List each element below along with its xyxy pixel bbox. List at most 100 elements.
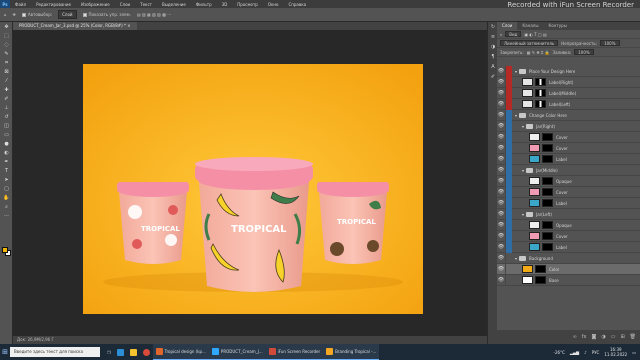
layer-row[interactable]: 👁 Label [497, 241, 640, 253]
close-icon[interactable]: × [127, 23, 130, 28]
explorer-icon[interactable] [127, 344, 140, 360]
menu-item-2[interactable]: Изображение [76, 2, 115, 7]
fill-field[interactable]: 100% [574, 49, 594, 55]
visibility-eye-icon[interactable]: 👁 [497, 98, 506, 110]
network-icon[interactable]: ▂▄▆ [570, 350, 579, 355]
taskbar-app[interactable]: Tropical design (kp... [152, 344, 209, 360]
layer-mask-thumbnail[interactable] [535, 265, 546, 273]
lock-icons[interactable]: ▦ ✎ ✥ ⌗ 🔒 [527, 50, 550, 55]
mask-icon[interactable]: ◙ [591, 334, 596, 340]
visibility-eye-icon[interactable]: 👁 [497, 241, 506, 253]
layer-row[interactable]: 👁 ▾ Jar(Left) [497, 208, 640, 220]
tab-channels[interactable]: Каналы [517, 22, 543, 30]
expand-arrow-icon[interactable]: ▾ [522, 212, 524, 217]
foreground-color-swatch[interactable] [2, 247, 8, 253]
layer-row[interactable]: 👁 ▾ Background [497, 252, 640, 264]
language-indicator[interactable]: РУС [592, 350, 600, 355]
layer-row[interactable]: 👁 Label(Right) [497, 76, 640, 88]
fx-icon[interactable]: fx [582, 334, 587, 340]
fill-thumbnail[interactable] [529, 155, 540, 163]
trash-icon[interactable]: 🗑 [630, 334, 636, 340]
layer-mask-thumbnail[interactable] [535, 89, 546, 97]
layer-row[interactable]: 👁 Label [497, 197, 640, 209]
layer-row[interactable]: 👁 ▾ Jar(Right) [497, 120, 640, 132]
visibility-eye-icon[interactable]: 👁 [497, 131, 506, 143]
visibility-eye-icon[interactable]: 👁 [497, 153, 506, 165]
path-select-icon[interactable]: ➤ [0, 175, 13, 184]
visibility-eye-icon[interactable]: 👁 [497, 109, 506, 121]
document-canvas[interactable]: TROPICAL TROPICAL TROPICAL [83, 64, 423, 314]
layer-row[interactable]: 👁 ▾ Jar(Middle) [497, 164, 640, 176]
document-tab[interactable]: PRODUCT_Cream_Jar_3.psd @ 25% (Color, RG… [13, 22, 137, 30]
clock[interactable]: 16:39 11.02.2022 [604, 347, 627, 357]
visibility-eye-icon[interactable]: 👁 [497, 197, 506, 209]
quick-select-tool-icon[interactable]: ✎ [0, 49, 13, 58]
layer-mask-thumbnail[interactable] [542, 232, 553, 240]
menu-item-0[interactable]: Файл [10, 2, 31, 7]
layer-mask-thumbnail[interactable] [542, 144, 553, 152]
move-tool-icon[interactable]: ✥ [13, 12, 16, 17]
layer-mask-thumbnail[interactable] [542, 177, 553, 185]
filter-icons[interactable]: ▣ ◐ T ▢ ▤ [524, 32, 546, 37]
fill-thumbnail[interactable] [522, 276, 533, 284]
opacity-field[interactable]: 100% [600, 40, 620, 46]
layer-mask-thumbnail[interactable] [542, 188, 553, 196]
layer-row[interactable]: 👁 Label(Left) [497, 98, 640, 110]
layer-row[interactable]: 👁 ▾ Place Your Design Here [497, 65, 640, 77]
expand-arrow-icon[interactable]: ▾ [515, 113, 517, 118]
taskbar-search-input[interactable]: Введите здесь текст для поиска [10, 347, 100, 357]
layer-mask-thumbnail[interactable] [535, 100, 546, 108]
expand-arrow-icon[interactable]: ▾ [515, 69, 517, 74]
pen-tool-icon[interactable]: ✒ [0, 157, 13, 166]
visibility-eye-icon[interactable]: 👁 [497, 164, 506, 176]
move-tool-icon[interactable]: ✥ [0, 22, 13, 31]
visibility-eye-icon[interactable]: 👁 [497, 87, 506, 99]
zoom-tool-icon[interactable]: ⌕ [0, 202, 13, 211]
layer-row[interactable]: 👁 Opaque [497, 219, 640, 231]
layer-mask-thumbnail[interactable] [542, 243, 553, 251]
menu-item-7[interactable]: 3D [217, 2, 233, 7]
windows-start-icon[interactable]: ⊞ [0, 344, 10, 360]
task-view-icon[interactable]: ❐ [104, 344, 114, 360]
fill-thumbnail[interactable] [522, 265, 533, 273]
volume-icon[interactable]: ♪ [584, 350, 587, 355]
visibility-eye-icon[interactable]: 👁 [497, 252, 506, 264]
tab-layers[interactable]: Слои [497, 22, 518, 30]
menu-item-3[interactable]: Слои [115, 2, 135, 7]
fill-thumbnail[interactable] [529, 144, 540, 152]
visibility-eye-icon[interactable]: 👁 [497, 120, 506, 132]
history-brush-icon[interactable]: ↺ [0, 112, 13, 121]
blur-tool-icon[interactable]: ● [0, 139, 13, 148]
layer-row[interactable]: 👁 ▾ Change Color Here [497, 109, 640, 121]
hand-tool-icon[interactable]: ✋ [0, 193, 13, 202]
menu-item-10[interactable]: Справка [283, 2, 311, 7]
dodge-tool-icon[interactable]: ◐ [0, 148, 13, 157]
auto-select-target-dropdown[interactable]: Слой [58, 10, 77, 19]
notifications-icon[interactable]: ▭ [632, 350, 636, 355]
fill-thumbnail[interactable] [529, 232, 540, 240]
type-tool-icon[interactable]: T [0, 166, 13, 175]
more-tools-icon[interactable]: ··· [0, 211, 13, 220]
new-layer-icon[interactable]: ⊞ [620, 334, 624, 340]
lasso-tool-icon[interactable]: ◌ [0, 40, 13, 49]
clone-stamp-icon[interactable]: ⊥ [0, 103, 13, 112]
layer-row[interactable]: 👁 Color [497, 263, 640, 275]
fill-thumbnail[interactable] [529, 221, 540, 229]
layer-row[interactable]: 👁 Cover [497, 230, 640, 242]
layer-row[interactable]: 👁 Cover [497, 131, 640, 143]
fill-thumbnail[interactable] [529, 177, 540, 185]
home-icon[interactable]: ⌂ [4, 12, 7, 17]
layer-mask-thumbnail[interactable] [542, 221, 553, 229]
fill-thumbnail[interactable] [529, 199, 540, 207]
layer-mask-thumbnail[interactable] [542, 133, 553, 141]
transform-controls-checkbox[interactable] [82, 13, 87, 17]
menu-item-6[interactable]: Фильтр [191, 2, 217, 7]
menu-item-5[interactable]: Выделение [157, 2, 191, 7]
marquee-tool-icon[interactable]: ⬚ [0, 31, 13, 40]
layer-mask-thumbnail[interactable] [542, 155, 553, 163]
taskbar-app[interactable]: iFun Screen Recorder [265, 344, 324, 360]
auto-select-checkbox[interactable] [21, 13, 26, 17]
layer-row[interactable]: 👁 Label [497, 153, 640, 165]
menu-item-4[interactable]: Текст [135, 2, 157, 7]
visibility-eye-icon[interactable]: 👁 [497, 219, 506, 231]
